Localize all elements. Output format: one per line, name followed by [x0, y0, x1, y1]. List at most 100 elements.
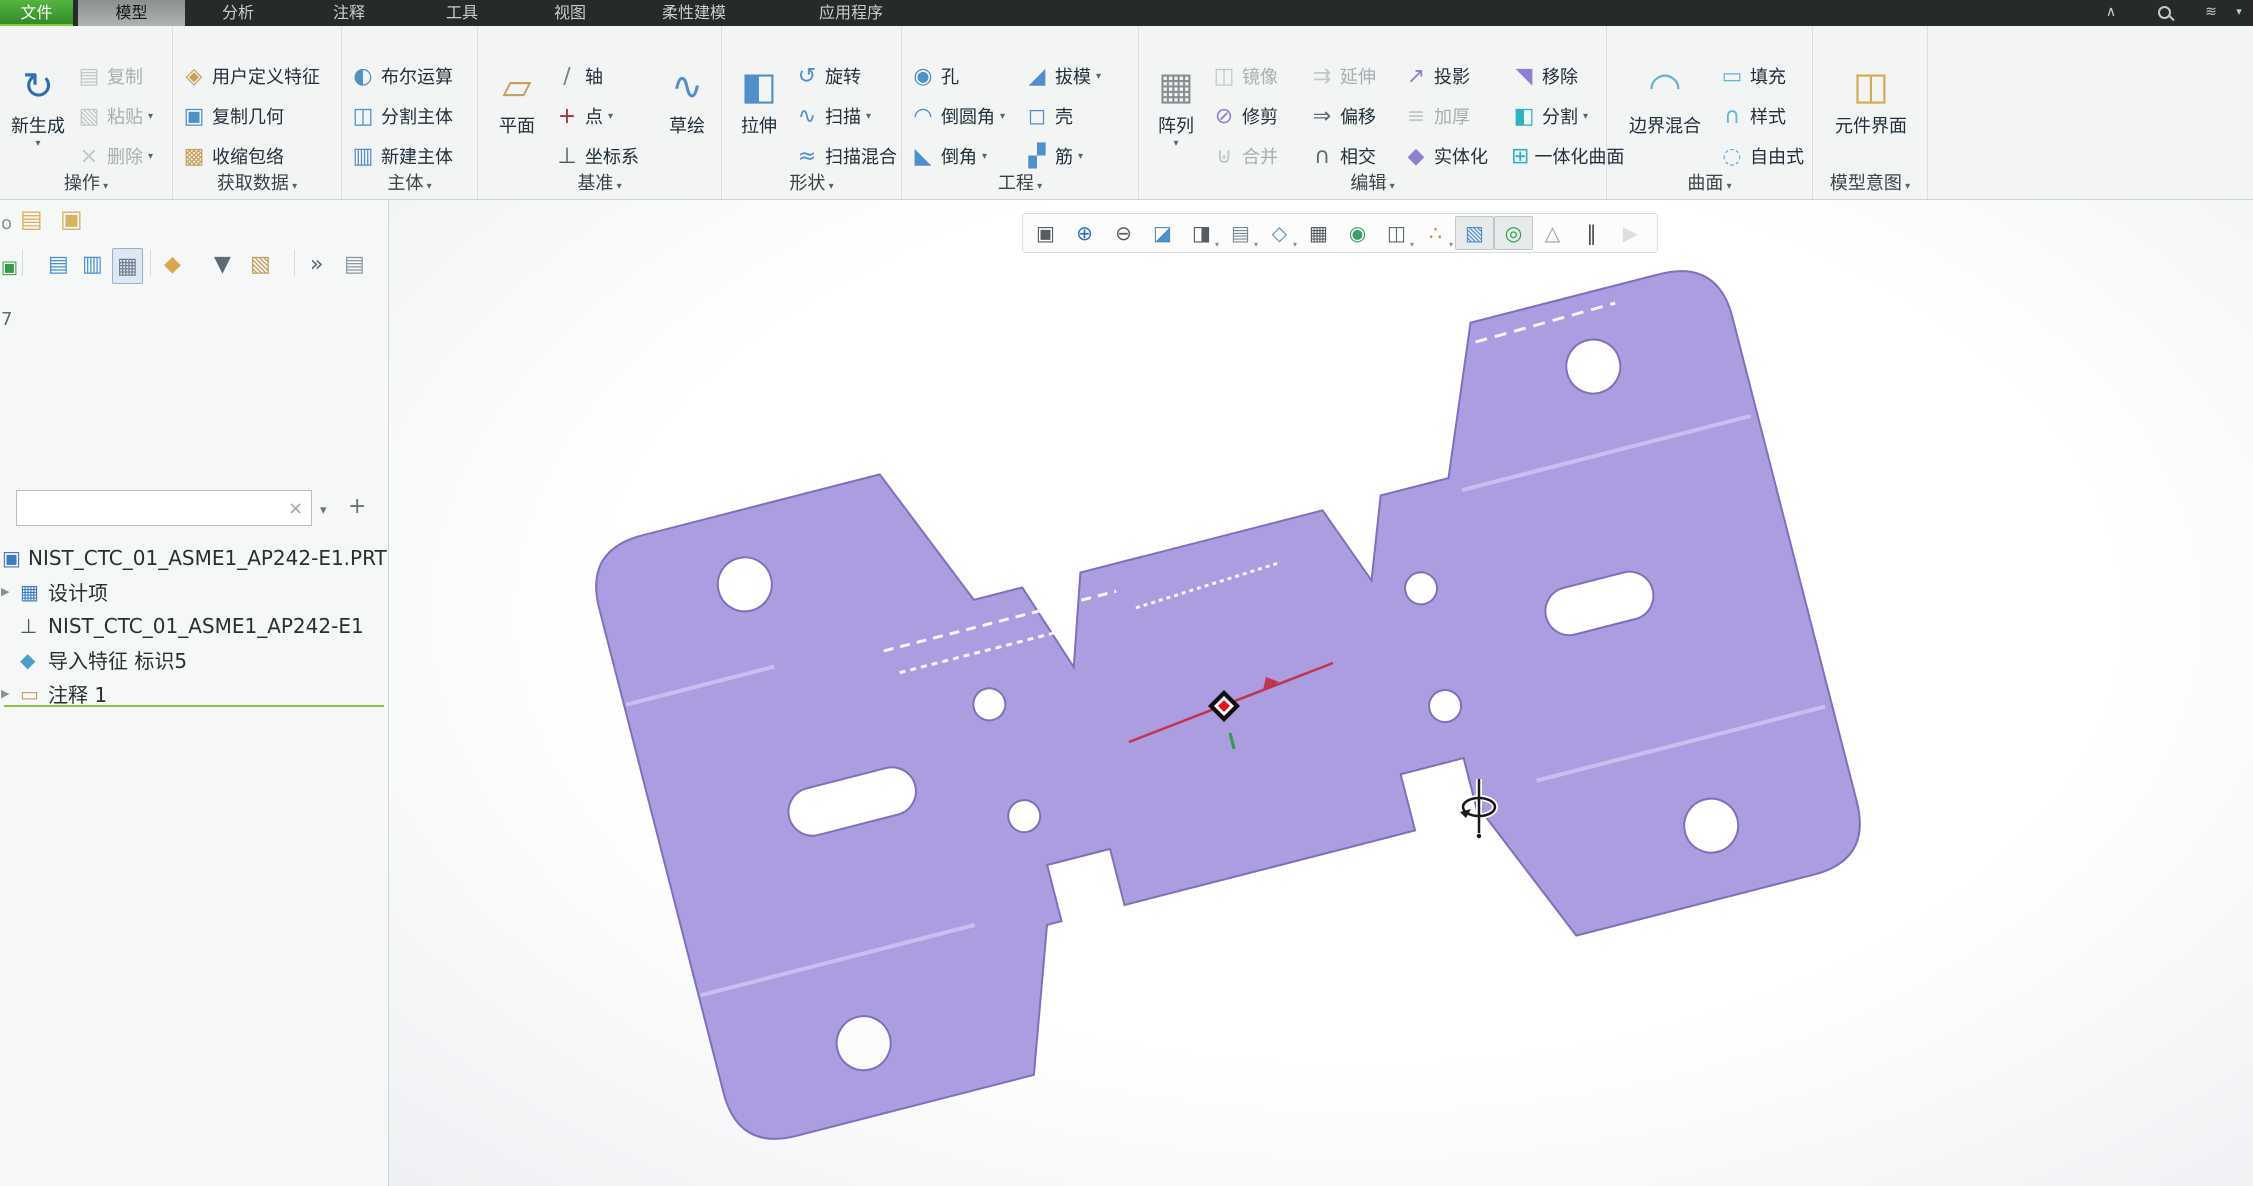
shell-icon: ◻: [1024, 104, 1050, 129]
ribbon-button-style[interactable]: ∩样式: [1719, 96, 1807, 136]
ribbon-button-project[interactable]: ↗投影: [1403, 56, 1509, 96]
ribbon-button-draft[interactable]: ◢拔模▾: [1024, 56, 1132, 96]
ribbon-button-pattern[interactable]: ▦阵列▾: [1147, 58, 1205, 149]
ribbon-button-new-body[interactable]: ▥新建主体: [350, 136, 472, 176]
filter-icon: ▼: [214, 250, 231, 280]
ribbon-button-mirror[interactable]: ◫镜像: [1211, 56, 1305, 96]
ribbon-button-udf[interactable]: ◈用户定义特征: [181, 56, 336, 96]
ribbon-button-sweep[interactable]: ∿扫描▾: [794, 96, 898, 136]
ribbon-button-plane[interactable]: ▱平面: [486, 58, 548, 138]
design-items-icon: ▦: [20, 582, 39, 602]
menu-tab-0[interactable]: 模型: [78, 0, 185, 26]
tree-search-input[interactable]: [16, 490, 312, 526]
ribbon-button-point[interactable]: +点▾: [554, 96, 654, 136]
tree-separator: [4, 705, 384, 707]
ribbon-group-label[interactable]: 模型意图 ▾: [1813, 169, 1927, 195]
tree-item-1[interactable]: ▶▦设计项: [0, 575, 385, 608]
ribbon-button-quilt[interactable]: ⊞一体化曲面: [1511, 136, 1603, 176]
ribbon-button-delete[interactable]: ×删除▾: [76, 136, 170, 176]
expand-arrow-icon[interactable]: ▶: [1, 585, 9, 598]
ribbon-button-axis[interactable]: ∕轴: [554, 56, 654, 96]
settings-grid-icon: ▦: [117, 252, 138, 282]
ribbon-collapse-icon[interactable]: ∧: [2100, 0, 2122, 26]
menu-tab-4[interactable]: 视图: [536, 0, 604, 26]
tree-item-3[interactable]: ◆导入特征 标识5: [0, 643, 385, 676]
ribbon-button-csys[interactable]: ⊥坐标系: [554, 136, 654, 176]
filter-icon[interactable]: ▼: [214, 248, 231, 280]
menu-tab-5[interactable]: 柔性建模: [633, 0, 755, 26]
list-view-icon[interactable]: ▤: [48, 248, 69, 280]
ribbon-button-round[interactable]: ◠倒圆角▾: [910, 96, 1020, 136]
ribbon-group-4: 形状 ▾◧拉伸↺旋转∿扫描▾≈扫描混合: [722, 26, 902, 199]
ribbon-button-chamfer[interactable]: ◣倒角▾: [910, 136, 1020, 176]
document-icon[interactable]: ▤: [344, 248, 365, 280]
seven-icon[interactable]: 7: [1, 302, 12, 335]
ribbon-button-boundary-blend[interactable]: ◠边界混合: [1615, 58, 1715, 138]
ring-icon[interactable]: o: [1, 206, 12, 239]
ribbon-group-3: 基准 ▾▱平面∕轴+点▾⊥坐标系∿草绘: [478, 26, 722, 199]
ribbon-button-remove[interactable]: ◥移除: [1511, 56, 1603, 96]
ribbon-button-split-body[interactable]: ◫分割主体: [350, 96, 472, 136]
menu-tab-1[interactable]: 分析: [205, 0, 271, 26]
trim-icon: ⊘: [1211, 104, 1237, 129]
ribbon-button-paste[interactable]: ▧粘贴▾: [76, 96, 170, 136]
model-filter-icon: ◆: [164, 250, 181, 280]
ribbon-display-icon[interactable]: ≋: [2200, 0, 2222, 26]
ribbon-button-revolve[interactable]: ↺旋转: [794, 56, 898, 96]
ribbon-group-7: 曲面 ▾◠边界混合▭填充∩样式◌自由式: [1607, 26, 1813, 199]
snapshot-folder-icon[interactable]: ▣: [60, 204, 83, 234]
ribbon-button-sketch[interactable]: ∿草绘: [658, 58, 716, 138]
tree-item-0[interactable]: ▣NIST_CTC_01_ASME1_AP242-E1.PRT: [0, 541, 385, 574]
ribbon-button-shrinkwrap[interactable]: ▩收缩包络: [181, 136, 336, 176]
search-icon[interactable]: [2158, 6, 2171, 19]
tree-item-2[interactable]: ⊥NIST_CTC_01_ASME1_AP242-E1: [0, 609, 385, 642]
folder-stack-icon[interactable]: ▤: [20, 204, 43, 234]
ribbon-button-trim[interactable]: ⊘修剪: [1211, 96, 1305, 136]
ribbon-button-copy-geometry[interactable]: ▣复制几何: [181, 96, 336, 136]
settings-grid-icon[interactable]: ▦: [112, 248, 143, 284]
overflow-chevrons-icon[interactable]: »: [310, 248, 323, 280]
ribbon-button-fill[interactable]: ▭填充: [1719, 56, 1807, 96]
menu-tab-2[interactable]: 注释: [316, 0, 382, 26]
file-menu-button[interactable]: 文件: [0, 0, 73, 26]
csys-icon: ⊥: [20, 616, 37, 636]
ribbon-button-extend[interactable]: ⇉延伸: [1309, 56, 1399, 96]
cards-icon[interactable]: ▧: [250, 248, 271, 280]
ribbon-button-freestyle[interactable]: ◌自由式: [1719, 136, 1807, 176]
ribbon: 操作 ▾↻新生成▾▤复制▧粘贴▾×删除▾获取数据 ▾◈用户定义特征▣复制几何▩收…: [0, 26, 2253, 200]
model-filter-icon[interactable]: ◆: [164, 248, 181, 280]
ribbon-button-component-interface[interactable]: ◫元件界面: [1819, 58, 1923, 138]
cube-icon[interactable]: ▣: [1, 250, 18, 283]
ribbon-button-divide[interactable]: ◧分割▾: [1511, 96, 1603, 136]
detail-tree-icon[interactable]: ▥: [82, 248, 103, 280]
ribbon-button-boolean[interactable]: ◐布尔运算: [350, 56, 472, 96]
graphics-viewport[interactable]: ▣⊕⊖◪◨▾▤▾◇▾▦◉◫▾∴▾▧◎△‖▶: [389, 200, 2253, 1186]
part-icon: ▣: [2, 548, 21, 568]
ribbon-group-1: 获取数据 ▾◈用户定义特征▣复制几何▩收缩包络: [173, 26, 342, 199]
add-filter-icon[interactable]: +: [348, 492, 366, 522]
merge-icon: ⊎: [1211, 144, 1237, 169]
ribbon-button-rib[interactable]: ▞筋▾: [1024, 136, 1132, 176]
ribbon-group-0: 操作 ▾↻新生成▾▤复制▧粘贴▾×删除▾: [0, 26, 173, 199]
ribbon-button-regenerate[interactable]: ↻新生成▾: [6, 58, 70, 149]
caret-down-icon[interactable]: ▾: [2228, 0, 2250, 26]
search-dropdown-icon[interactable]: ▾: [320, 496, 327, 526]
round-icon: ◠: [910, 104, 936, 129]
cards-icon: ▧: [250, 250, 271, 280]
menu-tab-6[interactable]: 应用程序: [798, 0, 904, 26]
document-icon: ▤: [344, 250, 365, 280]
ribbon-button-solidify[interactable]: ◆实体化: [1403, 136, 1509, 176]
ribbon-button-swept-blend[interactable]: ≈扫描混合: [794, 136, 898, 176]
ribbon-button-thicken[interactable]: ≡加厚: [1403, 96, 1509, 136]
ribbon-button-copy[interactable]: ▤复制: [76, 56, 170, 96]
menu-tab-3[interactable]: 工具: [428, 0, 496, 26]
ribbon-button-offset[interactable]: ⇒偏移: [1309, 96, 1399, 136]
ribbon-button-extrude[interactable]: ◧拉伸: [730, 58, 788, 138]
clear-search-icon[interactable]: ×: [288, 494, 303, 524]
ribbon-button-hole[interactable]: ◉孔: [910, 56, 1020, 96]
extend-icon: ⇉: [1309, 64, 1335, 89]
ribbon-button-intersect[interactable]: ∩相交: [1309, 136, 1399, 176]
ribbon-button-merge[interactable]: ⊎合并: [1211, 136, 1305, 176]
ribbon-button-shell[interactable]: ◻壳: [1024, 96, 1132, 136]
expand-arrow-icon[interactable]: ▶: [1, 687, 9, 700]
